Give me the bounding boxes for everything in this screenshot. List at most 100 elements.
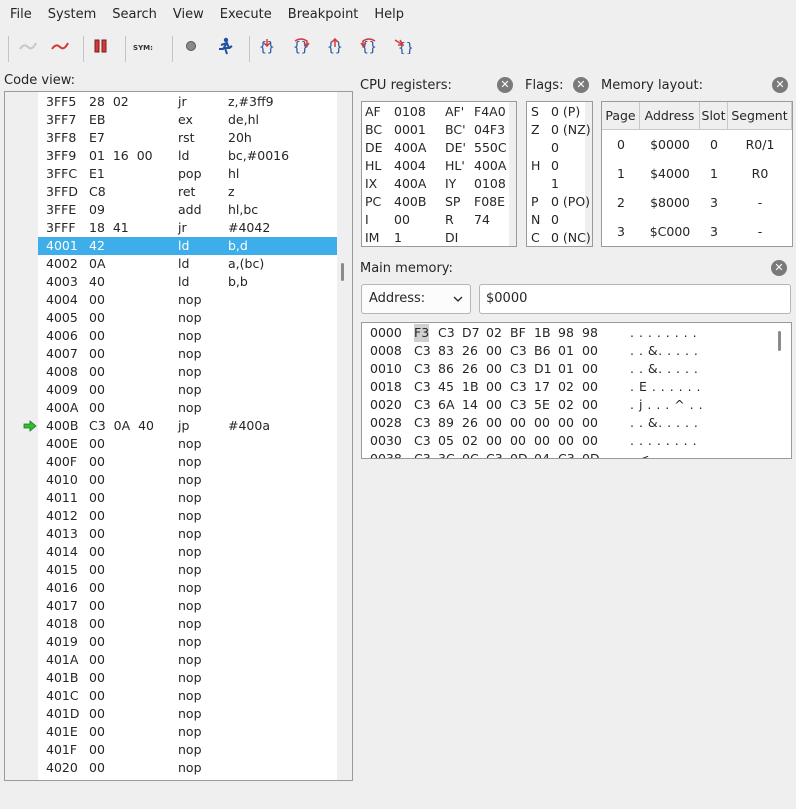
memory-byte[interactable]: C3: [438, 324, 455, 342]
code-row[interactable]: 3FF9 01 16 00 ld bc,#0016: [38, 147, 337, 165]
memory-byte[interactable]: 00: [510, 414, 526, 432]
code-row[interactable]: 4006 00 nop: [38, 327, 337, 345]
flags-panel[interactable]: S0 (P) Z 0 (NZ) 0 H 0 1 P 0 (PO) N 0 C 0 (NC): [526, 101, 593, 247]
memory-layout-cell[interactable]: 0: [700, 130, 728, 159]
memory-byte[interactable]: C3: [510, 342, 527, 360]
code-row[interactable]: 3FF7 EB ex de,hl: [38, 111, 337, 129]
register-value[interactable]: 04F3: [474, 121, 505, 139]
memory-byte[interactable]: 00: [486, 432, 502, 450]
code-row[interactable]: 401A 00 nop: [38, 651, 337, 669]
flags-close-icon[interactable]: ✕: [573, 77, 589, 93]
code-scrollbar[interactable]: [337, 92, 352, 780]
flag-value[interactable]: 0 (P): [551, 103, 580, 121]
menu-system[interactable]: System: [40, 0, 104, 30]
memory-byte[interactable]: D1: [534, 360, 552, 378]
memory-byte[interactable]: C3: [510, 378, 527, 396]
memory-row[interactable]: 0008 C3 83 26 00 C3 B6 01 00 . . &. . . . .: [362, 342, 791, 360]
memory-byte[interactable]: 00: [510, 432, 526, 450]
code-row[interactable]: 400A 00 nop: [38, 399, 337, 417]
memory-byte[interactable]: 02: [558, 396, 574, 414]
code-row[interactable]: 4015 00 nop: [38, 561, 337, 579]
cpu-registers-scrollbar[interactable]: [509, 102, 516, 246]
memory-byte[interactable]: 00: [486, 414, 502, 432]
memory-byte[interactable]: 14: [462, 396, 478, 414]
address-mode-select[interactable]: Address:: [361, 284, 471, 314]
memory-byte[interactable]: 00: [558, 414, 574, 432]
register-value[interactable]: F08E: [474, 193, 505, 211]
memory-layout-cell[interactable]: 3: [700, 188, 728, 217]
memory-byte[interactable]: 00: [582, 432, 598, 450]
memory-byte[interactable]: 89: [438, 414, 454, 432]
memory-layout-cell[interactable]: 2: [602, 188, 640, 217]
register-value[interactable]: 74: [474, 211, 490, 229]
memory-byte[interactable]: C3: [414, 450, 431, 458]
code-scrollbar-thumb[interactable]: [341, 263, 344, 281]
menu-search[interactable]: Search: [104, 0, 165, 30]
memory-byte[interactable]: 00: [582, 342, 598, 360]
code-row[interactable]: 3FFC E1 pop hl: [38, 165, 337, 183]
memory-ascii[interactable]: . E . . . . . .: [630, 378, 701, 396]
memory-byte[interactable]: C3: [414, 396, 431, 414]
memory-hex-view[interactable]: 0000 F3 C3 D7 02 BF 1B 98 98. . . . . . . . 0008 C…: [361, 322, 792, 459]
memory-layout-header-address[interactable]: Address: [640, 102, 700, 130]
code-row[interactable]: 4013 00 nop: [38, 525, 337, 543]
memory-ascii[interactable]: . . . . . . . .: [630, 432, 697, 450]
register-value[interactable]: 4004: [394, 157, 426, 175]
memory-byte[interactable]: 00: [582, 414, 598, 432]
memory-ascii[interactable]: . . &. . . . .: [630, 414, 698, 432]
register-value[interactable]: 0001: [394, 121, 426, 139]
code-view[interactable]: 3FF5 28 02 jr z,#3ff9 3FF7 EB ex de,hl 3FF8 E7 rst…: [4, 91, 353, 781]
memory-byte[interactable]: C3: [414, 342, 431, 360]
flag-value[interactable]: 0 (NZ): [551, 121, 591, 139]
memory-byte[interactable]: BF: [510, 324, 526, 342]
code-row[interactable]: 4017 00 nop: [38, 597, 337, 615]
code-row[interactable]: 401E 00 nop: [38, 723, 337, 741]
memory-layout-cell[interactable]: $C000: [640, 217, 700, 246]
memory-byte[interactable]: 02: [486, 324, 502, 342]
code-row[interactable]: 4020 00 nop: [38, 759, 337, 777]
code-row[interactable]: 3FF5 28 02 jr z,#3ff9: [38, 93, 337, 111]
memory-byte[interactable]: 0D: [510, 450, 528, 458]
memory-layout-cell[interactable]: $0000: [640, 130, 700, 159]
code-row[interactable]: 3FFF 18 41 jr #4042: [38, 219, 337, 237]
memory-ascii[interactable]: . . &. . . . .: [630, 360, 698, 378]
memory-row[interactable]: 0010 C3 86 26 00 C3 D1 01 00 . . &. . . . .: [362, 360, 791, 378]
memory-byte[interactable]: 26: [462, 360, 478, 378]
memory-byte[interactable]: 00: [558, 432, 574, 450]
memory-byte[interactable]: 98: [582, 324, 598, 342]
memory-byte[interactable]: F3: [414, 324, 430, 342]
memory-byte[interactable]: 0D: [582, 450, 600, 458]
flag-value[interactable]: 0: [551, 139, 559, 157]
code-row[interactable]: 4019 00 nop: [38, 633, 337, 651]
memory-byte[interactable]: 01: [558, 342, 574, 360]
memory-byte[interactable]: 26: [462, 342, 478, 360]
memory-byte[interactable]: 26: [462, 414, 478, 432]
code-row[interactable]: 4003 40 ld b,b: [38, 273, 337, 291]
code-row[interactable]: 3FFD C8 ret z: [38, 183, 337, 201]
memory-layout-cell[interactable]: 1: [602, 159, 640, 188]
memory-row[interactable]: 0038 C3 3C 0C C3 0D 04 C3 0D . < . . . . . .: [362, 450, 791, 458]
code-row[interactable]: 401B 00 nop: [38, 669, 337, 687]
memory-byte[interactable]: C3: [486, 450, 503, 458]
memory-byte[interactable]: B6: [534, 342, 551, 360]
memory-byte[interactable]: 1B: [462, 378, 479, 396]
code-row[interactable]: 4011 00 nop: [38, 489, 337, 507]
memory-byte[interactable]: C3: [414, 414, 431, 432]
register-value[interactable]: 00: [394, 211, 410, 229]
cpu-registers-panel[interactable]: AF 0108 AF' F4A0 BC 0001 BC' 04F3 DE 400A DE' 550C H…: [361, 101, 517, 247]
memory-ascii[interactable]: . . &. . . . .: [630, 342, 698, 360]
menu-execute[interactable]: Execute: [212, 0, 280, 30]
memory-row[interactable]: 0000 F3 C3 D7 02 BF 1B 98 98 . . . . . . . .: [362, 324, 791, 342]
memory-layout-cell[interactable]: $8000: [640, 188, 700, 217]
memory-row[interactable]: 0018 C3 45 1B 00 C3 17 02 00 . E . . . . . .: [362, 378, 791, 396]
flag-value[interactable]: 0: [551, 211, 559, 229]
memory-byte[interactable]: 00: [486, 396, 502, 414]
disconnect-button[interactable]: [46, 34, 74, 62]
memory-byte[interactable]: C3: [414, 432, 431, 450]
code-row[interactable]: 4004 00 nop: [38, 291, 337, 309]
run-to-button[interactable]: {}: [389, 34, 417, 62]
register-value[interactable]: 0108: [474, 175, 506, 193]
memory-layout-table[interactable]: Page Address Slot Segment 0 $0000 0 R0/1 1 $4000 1…: [601, 101, 793, 247]
memory-byte[interactable]: C3: [414, 378, 431, 396]
memory-row[interactable]: 0030 C3 05 02 00 00 00 00 00 . . . . . . . .: [362, 432, 791, 450]
